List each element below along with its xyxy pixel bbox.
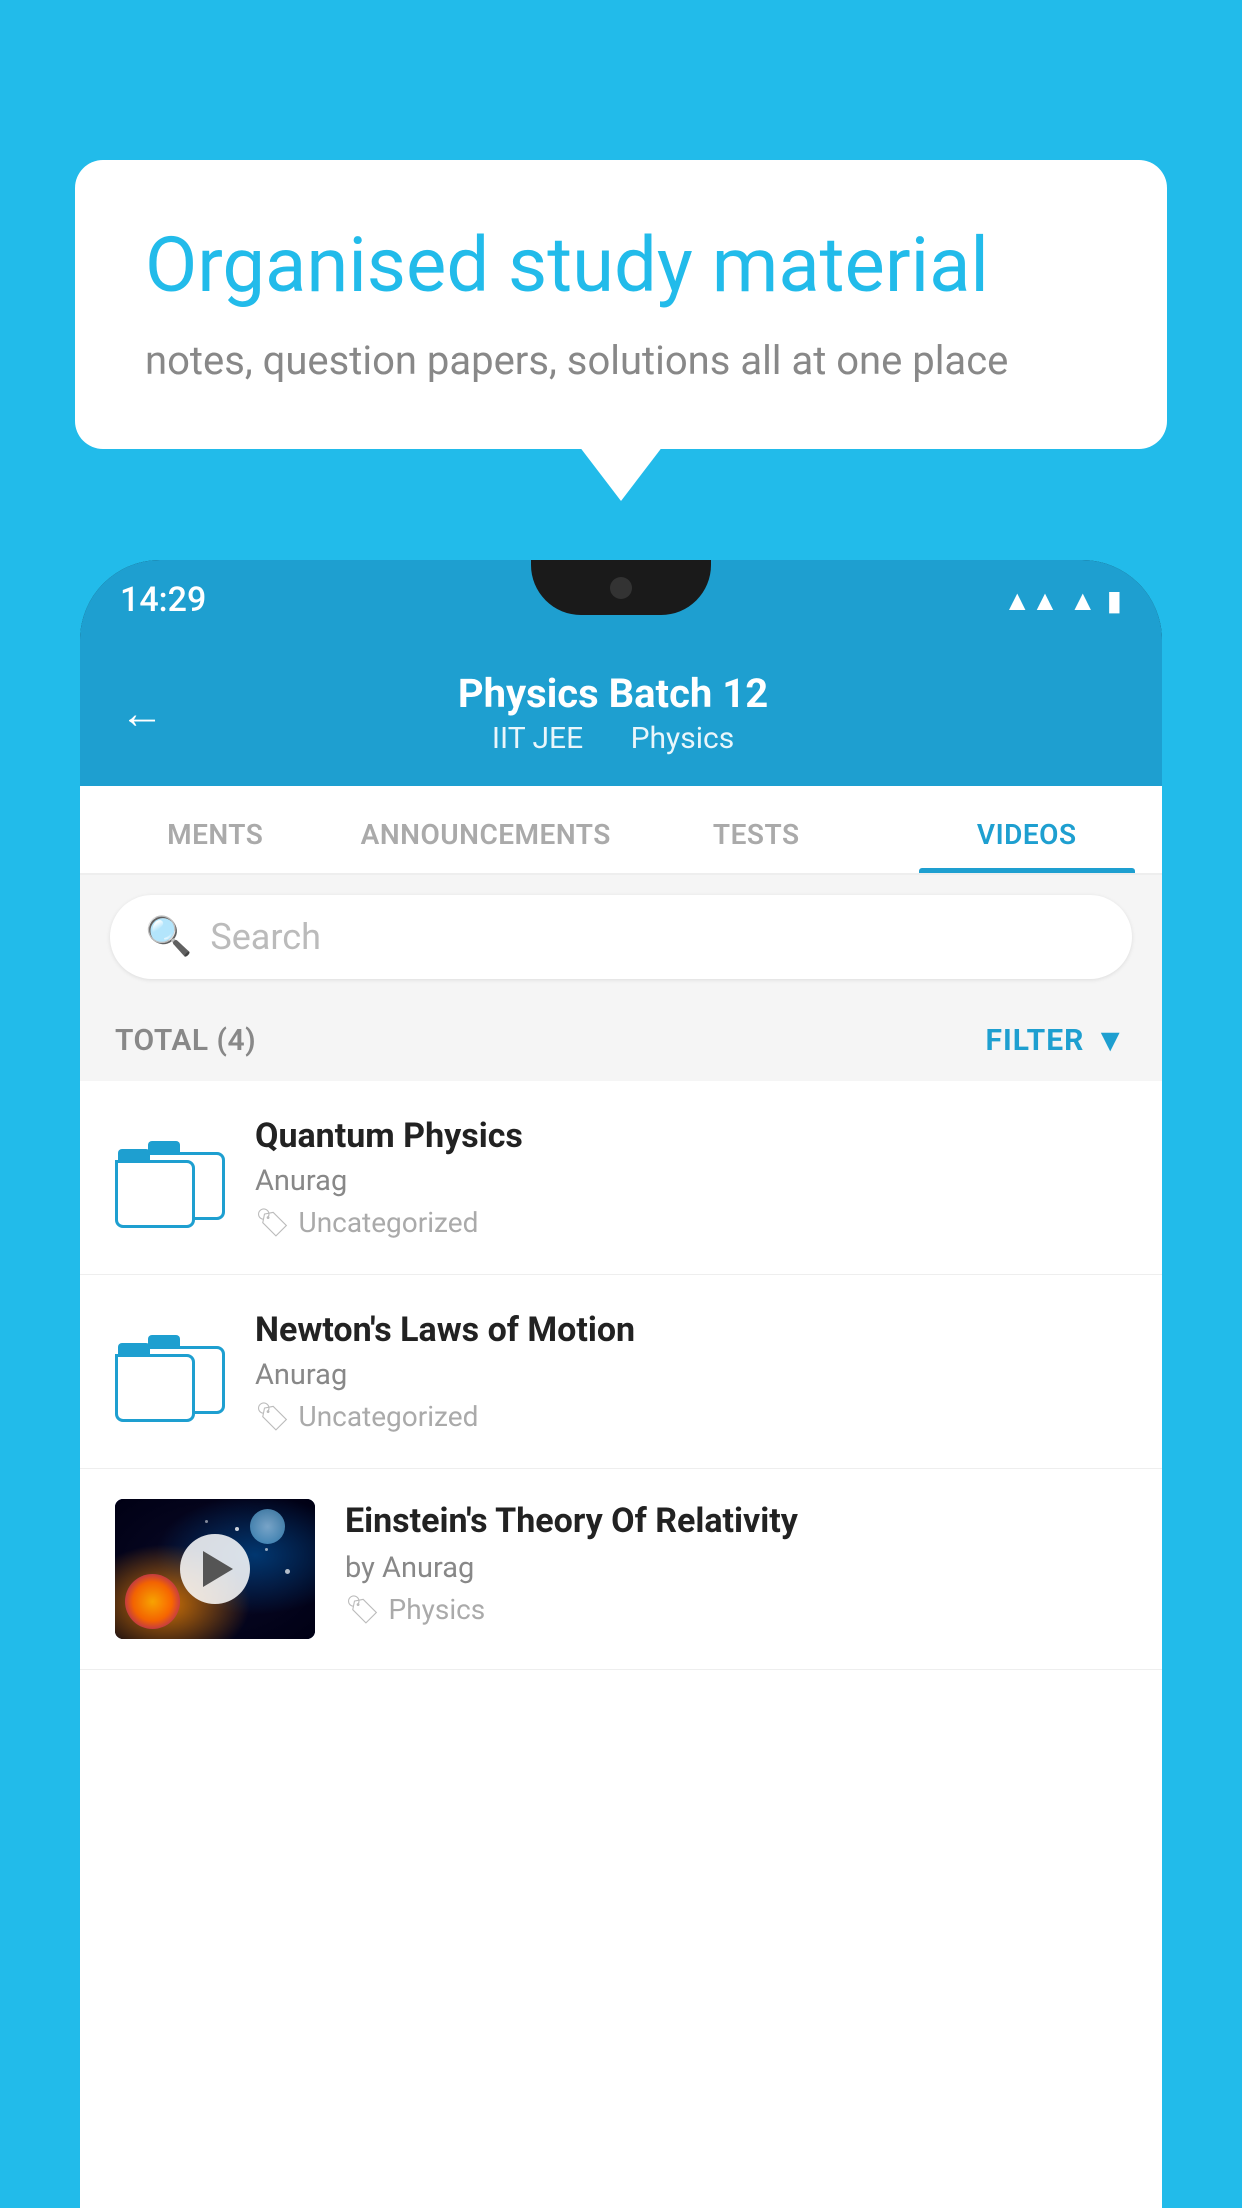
- status-icons: ▲▲ ▲ ▮: [1003, 584, 1122, 617]
- video-list: Quantum Physics Anurag 🏷 Uncategorized: [80, 1081, 1162, 1670]
- video-author: Anurag: [255, 1358, 1127, 1392]
- filter-button[interactable]: FILTER ▼: [986, 1021, 1128, 1059]
- phone-notch: [531, 560, 711, 615]
- tab-bar: MENTS ANNOUNCEMENTS TESTS VIDEOS: [80, 786, 1162, 875]
- video-title: Quantum Physics: [255, 1116, 1127, 1156]
- tag-icon: 🏷: [255, 1400, 291, 1433]
- tab-tests[interactable]: TESTS: [621, 786, 892, 873]
- video-info-quantum: Quantum Physics Anurag 🏷 Uncategorized: [255, 1116, 1127, 1239]
- video-tag: 🏷 Physics: [345, 1593, 1127, 1626]
- total-count: TOTAL (4): [115, 1023, 256, 1058]
- wifi-icon: ▲▲: [1003, 584, 1058, 617]
- search-bar[interactable]: 🔍 Search: [110, 895, 1132, 979]
- tab-ments[interactable]: MENTS: [80, 786, 351, 873]
- video-title: Einstein's Theory Of Relativity: [345, 1499, 1127, 1543]
- battery-icon: ▮: [1107, 584, 1122, 617]
- filter-label: FILTER: [986, 1023, 1085, 1058]
- filter-bar: TOTAL (4) FILTER ▼: [80, 999, 1162, 1081]
- folder-main: [115, 1354, 195, 1422]
- list-item[interactable]: Quantum Physics Anurag 🏷 Uncategorized: [80, 1081, 1162, 1275]
- folder-icon: [115, 1128, 225, 1228]
- subtitle-iit: IIT JEE: [492, 721, 583, 756]
- video-tag: 🏷 Uncategorized: [255, 1206, 1127, 1239]
- video-author: by Anurag: [345, 1551, 1127, 1585]
- play-icon: [203, 1551, 233, 1587]
- speech-bubble-container: Organised study material notes, question…: [75, 160, 1167, 449]
- app-header: ← Physics Batch 12 IIT JEE Physics: [80, 640, 1162, 786]
- subtitle-physics: Physics: [631, 721, 735, 756]
- list-item[interactable]: Einstein's Theory Of Relativity by Anura…: [80, 1469, 1162, 1670]
- status-bar: 14:29 ▲▲ ▲ ▮: [80, 560, 1162, 640]
- video-thumb-quantum: [115, 1123, 225, 1233]
- tag-label: Uncategorized: [299, 1400, 479, 1433]
- signal-icon: ▲: [1069, 584, 1097, 617]
- video-tag: 🏷 Uncategorized: [255, 1400, 1127, 1433]
- search-icon: 🔍: [145, 915, 192, 959]
- video-info-einstein: Einstein's Theory Of Relativity by Anura…: [345, 1499, 1127, 1626]
- tag-label: Physics: [389, 1593, 486, 1626]
- app-content: ← Physics Batch 12 IIT JEE Physics MENTS…: [80, 640, 1162, 2208]
- search-placeholder: Search: [210, 916, 321, 958]
- status-time: 14:29: [120, 580, 206, 620]
- header-title-group: Physics Batch 12 IIT JEE Physics: [194, 670, 1032, 756]
- video-info-newton: Newton's Laws of Motion Anurag 🏷 Uncateg…: [255, 1310, 1127, 1433]
- speech-bubble: Organised study material notes, question…: [75, 160, 1167, 449]
- camera-dot: [610, 577, 632, 599]
- folder-icon: [115, 1322, 225, 1422]
- video-thumb-newton: [115, 1317, 225, 1427]
- video-title: Newton's Laws of Motion: [255, 1310, 1127, 1350]
- filter-funnel-icon: ▼: [1094, 1021, 1127, 1059]
- search-bar-container: 🔍 Search: [80, 875, 1162, 999]
- headline: Organised study material: [145, 220, 1097, 311]
- tag-icon: 🏷: [255, 1206, 291, 1239]
- folder-main: [115, 1160, 195, 1228]
- subtext: notes, question papers, solutions all at…: [145, 337, 1097, 384]
- header-subtitle: IIT JEE Physics: [194, 721, 1032, 756]
- tag-icon: 🏷: [345, 1593, 381, 1626]
- tab-videos[interactable]: VIDEOS: [892, 786, 1163, 873]
- play-button[interactable]: [180, 1534, 250, 1604]
- video-author: Anurag: [255, 1164, 1127, 1198]
- video-thumbnail-einstein: [115, 1499, 315, 1639]
- tag-label: Uncategorized: [299, 1206, 479, 1239]
- list-item[interactable]: Newton's Laws of Motion Anurag 🏷 Uncateg…: [80, 1275, 1162, 1469]
- tab-announcements[interactable]: ANNOUNCEMENTS: [351, 786, 622, 873]
- phone-frame: 14:29 ▲▲ ▲ ▮ ← Physics Batch 12 IIT JEE …: [80, 560, 1162, 2208]
- back-button[interactable]: ←: [120, 687, 164, 739]
- header-main-title: Physics Batch 12: [194, 670, 1032, 717]
